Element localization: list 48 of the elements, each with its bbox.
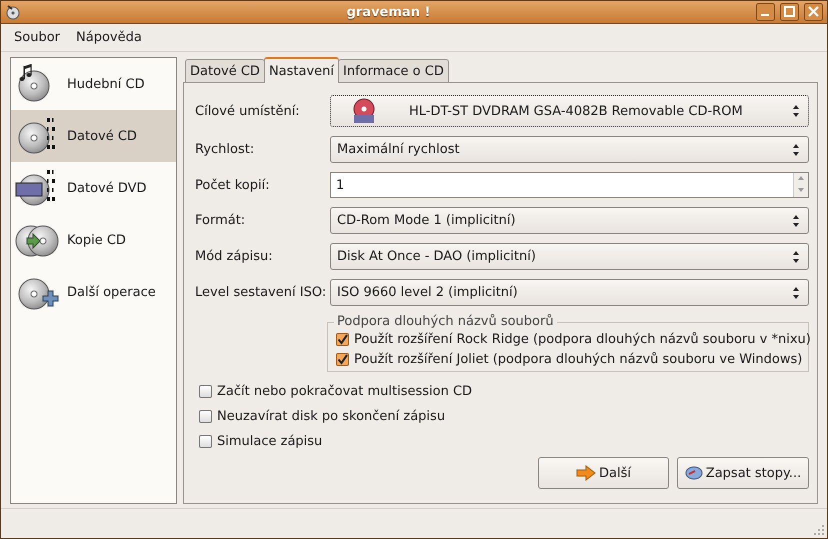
dropdown[interactable]: ISO 9660 level 2 (implicitní) [330,279,809,306]
minimize-icon[interactable] [756,3,775,21]
checkbox-label: Použít rozšíření Rock Ridge (podpora dlouhých názvů souboru v *nixu) [354,332,811,347]
field-label: Počet kopií: [195,178,271,192]
app-icon[interactable] [5,4,21,20]
spinner-arrows-icon [792,142,800,156]
group-title: Podpora dlouhých názvů souborů [334,314,557,329]
dropdown[interactable]: Disk At Once - DAO (implicitní) [330,243,809,270]
checkbox[interactable] [199,385,212,398]
checkbox[interactable] [199,435,212,448]
checkbox-label: Simulace zápisu [217,434,322,449]
dropdown[interactable]: Maximální rychlost [330,136,809,163]
field-label: Level sestavení ISO: [195,285,328,300]
checkbox-label: Použít rozšíření Joliet (podpora dlouhých názvů souboru ve Windows) [354,352,802,367]
sidebar-item[interactable]: Kopie CD [11,214,176,266]
window-title: graveman ! [346,4,432,20]
field-label: Formát: [195,213,246,228]
spinner-arrows-icon [792,214,800,228]
spinner-arrows-icon [792,104,800,118]
arrow-right-icon [576,465,596,481]
dropdown[interactable]: CD-Rom Mode 1 (implicitní) [330,207,809,234]
next-button[interactable]: Další [538,457,669,489]
sidebar-item[interactable]: Hudební CD [11,58,176,110]
spinner-arrows-icon [792,250,800,264]
checkbox-label: Neuzavírat disk po skončení zápisu [217,409,446,424]
resize-grip-icon[interactable] [813,524,825,536]
checkbox-label: Začít nebo pokračovat multisession CD [217,384,472,399]
dvd-disc-icon [351,98,377,124]
close-icon[interactable] [804,3,823,21]
tab[interactable]: Datové CD [185,59,265,82]
maximize-icon[interactable] [780,3,799,21]
menu-item[interactable]: Soubor [6,30,68,45]
burn-button[interactable]: Zapsat stopy... [677,457,809,489]
sidebar-item[interactable]: Datové CD [11,110,176,162]
sidebar-item[interactable]: Datové DVD [11,162,176,214]
menu-item[interactable]: Nápověda [68,30,150,45]
disc-icon [684,466,703,480]
checkbox[interactable] [199,410,212,423]
tab[interactable]: Nastavení [264,57,340,83]
checkbox[interactable] [336,333,349,346]
field-label: Rychlost: [195,142,256,157]
field-label: Mód zápisu: [195,249,274,264]
tab[interactable]: Informace o CD [338,59,449,82]
checkbox[interactable] [336,353,349,366]
field-label: Cílové umístění: [195,104,301,118]
spinner-arrows-icon [792,286,800,300]
device-dropdown[interactable]: HL-DT-ST DVDRAM GSA-4082B Removable CD-ROM [330,95,809,127]
sidebar-item[interactable]: Další operace [11,266,176,318]
